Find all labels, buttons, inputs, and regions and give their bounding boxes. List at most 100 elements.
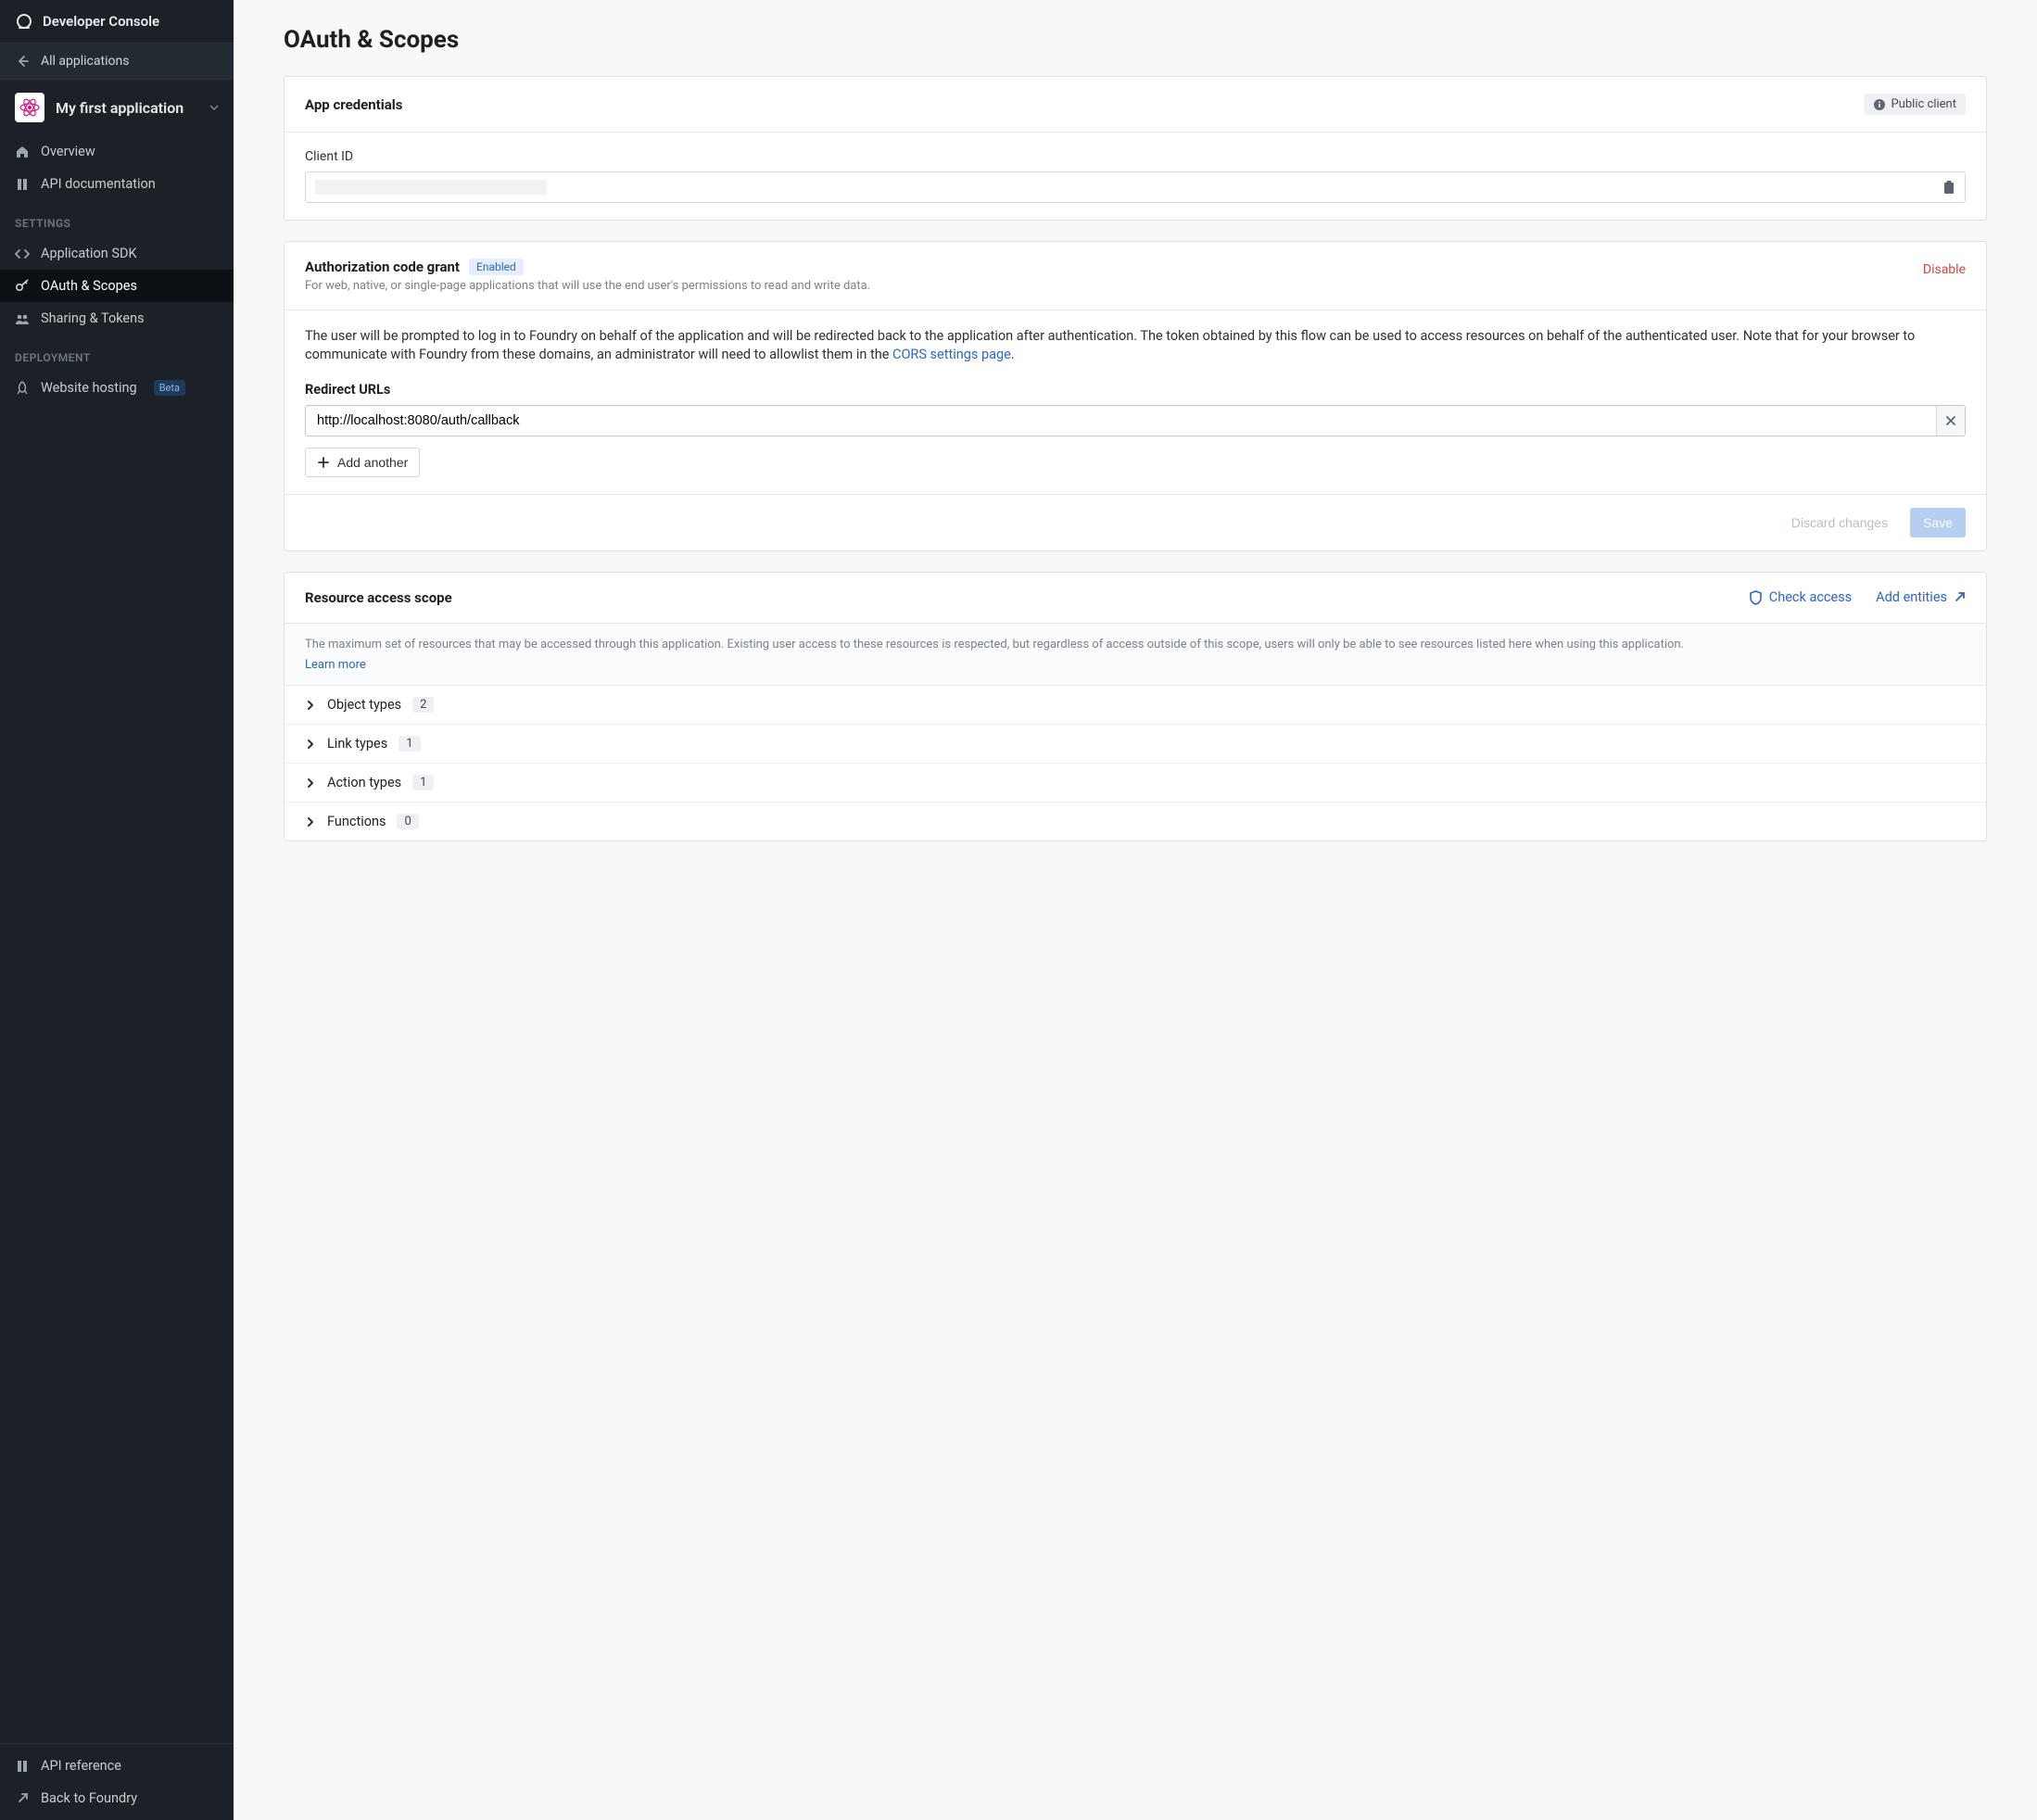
- scope-header: Resource access scope: [305, 589, 452, 606]
- scope-row-name: Object types: [327, 697, 401, 713]
- scope-row[interactable]: Functions 0: [285, 803, 1986, 840]
- chevron-right-icon: [305, 777, 316, 789]
- scope-row[interactable]: Action types 1: [285, 764, 1986, 803]
- check-access-label: Check access: [1769, 589, 1852, 605]
- nav-label: Website hosting: [41, 380, 137, 396]
- nav-label: Overview: [41, 144, 95, 159]
- product-title: Developer Console: [43, 13, 159, 30]
- nav-label: API reference: [41, 1758, 121, 1774]
- nav-label: Back to Foundry: [41, 1790, 137, 1806]
- all-applications-link[interactable]: All applications: [0, 44, 234, 80]
- nav-back-to-foundry[interactable]: Back to Foundry: [0, 1782, 234, 1814]
- nav-api-reference[interactable]: API reference: [0, 1750, 234, 1782]
- section-settings-label: SETTINGS: [0, 200, 234, 237]
- card-header: App credentials Public client: [285, 77, 1986, 133]
- sidebar: Developer Console All applications My fi…: [0, 0, 234, 1820]
- card-footer: Discard changes Save: [285, 494, 1986, 550]
- check-access-button[interactable]: Check access: [1749, 589, 1852, 605]
- nav-website-hosting[interactable]: Website hosting Beta: [0, 372, 234, 404]
- redirect-urls-label: Redirect URLs: [305, 382, 1966, 398]
- scope-row-name: Link types: [327, 736, 387, 752]
- arrow-left-icon: [15, 54, 30, 69]
- scope-actions: Check access Add entities: [1749, 589, 1966, 605]
- key-icon: [15, 279, 30, 294]
- chevron-right-icon: [305, 816, 316, 828]
- plus-icon: [317, 456, 330, 469]
- chevron-right-icon: [305, 739, 316, 750]
- cors-settings-link[interactable]: CORS settings page: [892, 347, 1011, 362]
- disable-button[interactable]: Disable: [1923, 259, 1966, 277]
- scope-description: The maximum set of resources that may be…: [305, 637, 1966, 654]
- sidebar-footer: API reference Back to Foundry: [0, 1743, 234, 1820]
- scope-row-count: 2: [412, 697, 434, 713]
- all-apps-label: All applications: [41, 54, 129, 69]
- save-button[interactable]: Save: [1910, 508, 1966, 537]
- client-id-value-redacted: [315, 180, 547, 195]
- people-icon: [15, 311, 30, 326]
- nav-app-sdk[interactable]: Application SDK: [0, 237, 234, 270]
- copy-client-id-button[interactable]: [1933, 174, 1965, 200]
- card-body: The user will be prompted to log in to F…: [285, 310, 1986, 494]
- app-name: My first application: [56, 99, 198, 117]
- add-entities-label: Add entities: [1876, 589, 1947, 605]
- nav-label: Application SDK: [41, 246, 137, 261]
- app-credentials-card: App credentials Public client Client ID: [284, 76, 1987, 221]
- auth-grant-description: The user will be prompted to log in to F…: [305, 327, 1966, 365]
- card-header: Resource access scope Check access Add e…: [285, 573, 1986, 624]
- book-icon: [15, 177, 30, 192]
- auth-grant-card: Authorization code grant Enabled For web…: [284, 241, 1987, 551]
- add-another-button[interactable]: Add another: [305, 448, 420, 477]
- nav-label: API documentation: [41, 176, 156, 192]
- nav-overview[interactable]: Overview: [0, 135, 234, 168]
- home-icon: [15, 145, 30, 159]
- chevron-down-icon: [209, 103, 219, 112]
- shield-icon: [1749, 590, 1763, 605]
- section-deployment-label: DEPLOYMENT: [0, 335, 234, 372]
- scope-description-area: The maximum set of resources that may be…: [285, 624, 1986, 687]
- console-logo-icon: [15, 12, 33, 31]
- add-entities-button[interactable]: Add entities: [1876, 589, 1966, 605]
- app-selector[interactable]: My first application: [0, 80, 234, 135]
- clipboard-icon: [1942, 180, 1955, 195]
- nav-oauth-scopes[interactable]: OAuth & Scopes: [0, 270, 234, 302]
- info-icon: [1873, 98, 1886, 111]
- redirect-url-input[interactable]: [306, 406, 1936, 436]
- nav-label: OAuth & Scopes: [41, 278, 137, 294]
- main-content: OAuth & Scopes App credentials Public cl…: [234, 0, 2037, 1820]
- card-body: Client ID: [285, 133, 1986, 220]
- page-title: OAuth & Scopes: [284, 26, 1987, 54]
- nav-label: Sharing & Tokens: [41, 310, 145, 326]
- credentials-header: App credentials: [305, 96, 402, 113]
- scope-row-count: 0: [397, 814, 418, 829]
- resource-scope-card: Resource access scope Check access Add e…: [284, 572, 1987, 842]
- enabled-tag: Enabled: [469, 259, 524, 275]
- book-icon: [15, 1759, 30, 1774]
- app-atom-icon: [15, 93, 44, 122]
- external-link-icon: [1954, 591, 1966, 603]
- rocket-icon: [15, 381, 30, 396]
- scope-row-count: 1: [412, 775, 434, 790]
- nav-sharing-tokens[interactable]: Sharing & Tokens: [0, 302, 234, 335]
- scope-row-name: Functions: [327, 814, 386, 829]
- scope-row[interactable]: Object types 2: [285, 686, 1986, 725]
- remove-redirect-button[interactable]: [1936, 406, 1965, 436]
- learn-more-link[interactable]: Learn more: [305, 658, 366, 672]
- nav-api-docs[interactable]: API documentation: [0, 168, 234, 200]
- client-id-field: [305, 171, 1966, 203]
- auth-grant-subtitle: For web, native, or single-page applicat…: [305, 279, 1904, 293]
- scope-row[interactable]: Link types 1: [285, 725, 1986, 764]
- client-id-label: Client ID: [305, 149, 1966, 164]
- badge-label: Public client: [1892, 97, 1956, 111]
- auth-grant-title: Authorization code grant: [305, 259, 460, 275]
- scope-rows: Object types 2 Link types 1 Action types 1 Fun…: [285, 686, 1986, 840]
- discard-button[interactable]: Discard changes: [1778, 508, 1901, 537]
- redirect-url-row: [305, 405, 1966, 436]
- scope-row-count: 1: [399, 736, 420, 752]
- scope-row-name: Action types: [327, 775, 401, 790]
- external-link-icon: [15, 1791, 30, 1806]
- chevron-right-icon: [305, 700, 316, 711]
- beta-badge: Beta: [154, 380, 185, 396]
- code-icon: [15, 246, 30, 261]
- close-icon: [1945, 415, 1956, 426]
- add-another-label: Add another: [337, 455, 408, 470]
